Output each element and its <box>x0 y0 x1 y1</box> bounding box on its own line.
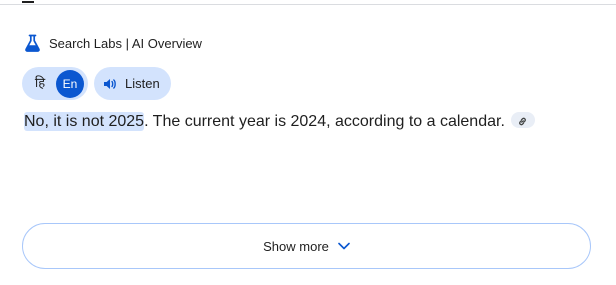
flask-icon <box>25 34 40 52</box>
answer-text: . The current year is 2024, according to… <box>144 113 505 130</box>
speaker-icon <box>104 78 116 89</box>
language-option-english[interactable]: En <box>56 70 84 98</box>
language-toggle[interactable]: हि En <box>22 67 88 100</box>
labs-title: Search Labs | AI Overview <box>49 35 202 51</box>
chevron-down-icon <box>338 242 350 250</box>
listen-button[interactable]: Listen <box>94 67 171 100</box>
listen-label: Listen <box>125 76 160 91</box>
show-more-button[interactable]: Show more <box>22 223 591 269</box>
answer-highlight: No, it is not 2025 <box>24 112 145 131</box>
top-divider <box>0 4 616 5</box>
link-icon <box>519 117 527 126</box>
top-edge-mark <box>22 1 34 3</box>
labs-header: Search Labs | AI Overview <box>24 33 202 53</box>
show-more-label: Show more <box>263 238 329 254</box>
ai-overview-answer: No, it is not 2025. The current year is … <box>24 111 535 133</box>
source-link-button[interactable] <box>510 111 535 128</box>
language-option-hindi[interactable]: हि <box>30 74 50 94</box>
